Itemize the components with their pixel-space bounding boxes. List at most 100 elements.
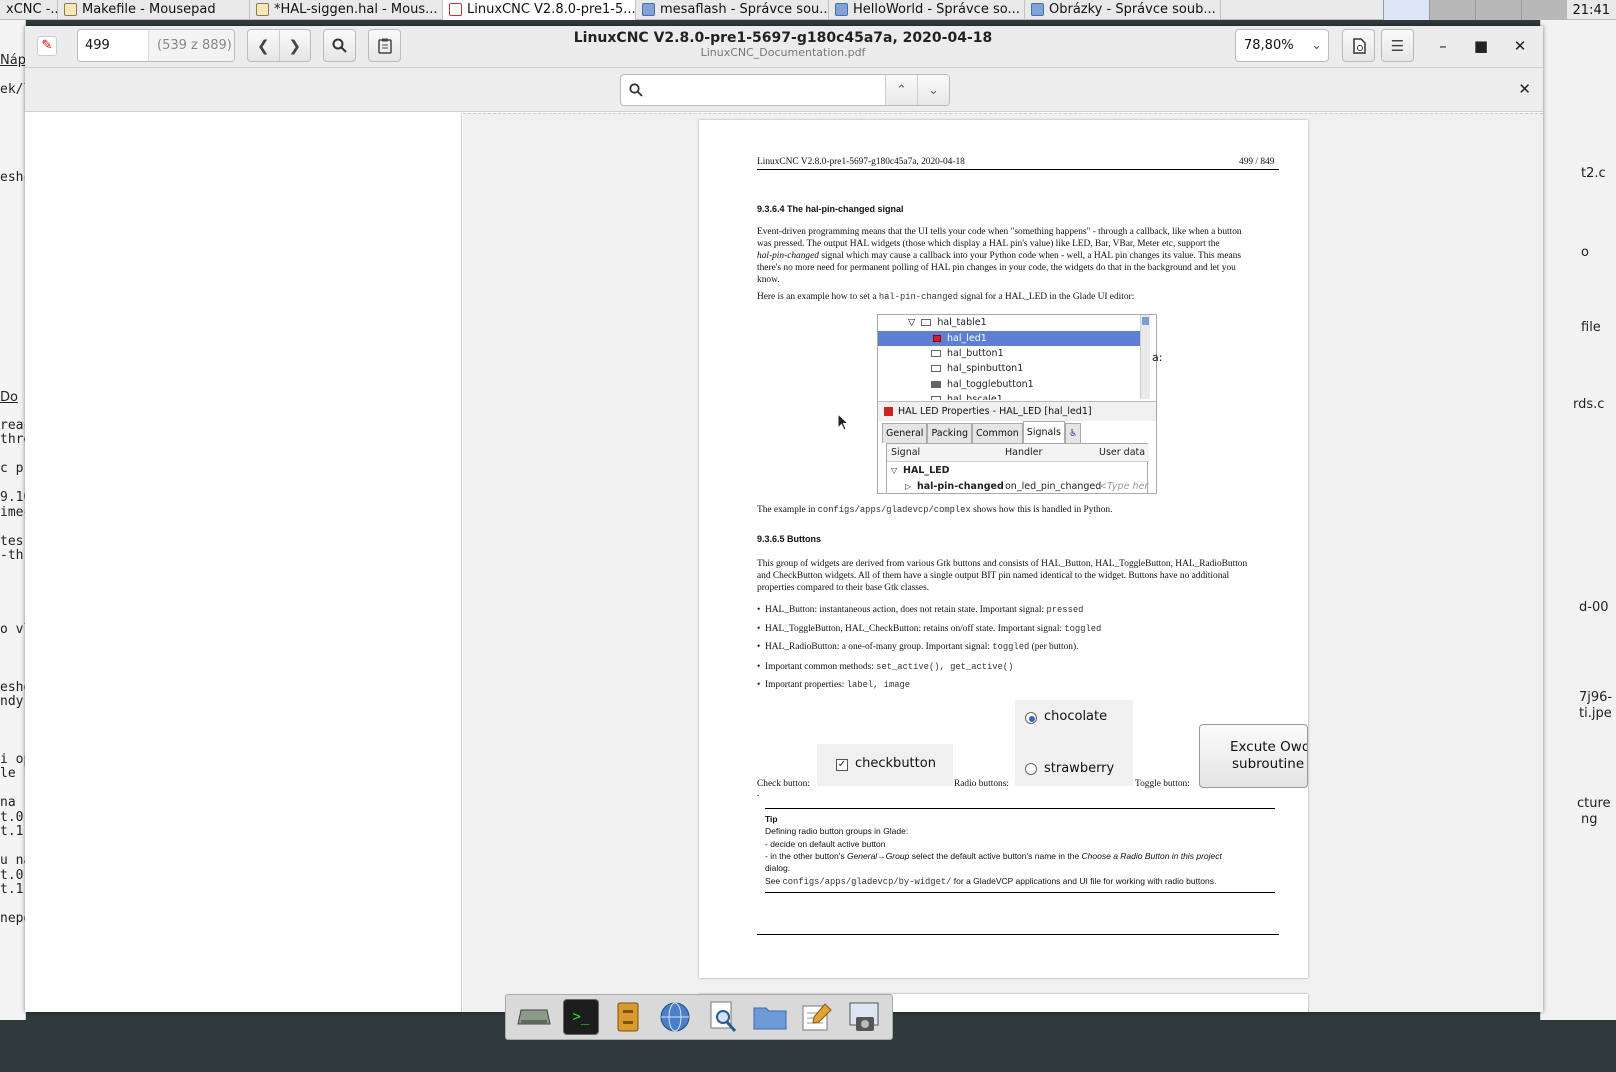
page-header-number: 499 / 849 xyxy=(1239,157,1275,167)
bg-text: imec xyxy=(0,505,25,520)
workspace-4[interactable] xyxy=(1520,0,1567,20)
code-text: pressed xyxy=(1046,605,1084,615)
page-header-title: LinuxCNC V2.8.0-pre1-5697-g180c45a7a, 20… xyxy=(757,157,965,167)
taskbar-task-mesaflash[interactable]: mesaflash - Správce sou... xyxy=(636,0,829,20)
page-number-input[interactable] xyxy=(78,30,148,61)
check-button-label: Check button: xyxy=(757,779,810,789)
mousepad-icon xyxy=(64,3,77,16)
search-button[interactable] xyxy=(323,29,356,62)
close-button[interactable]: ✕ xyxy=(1508,34,1532,58)
paragraph-line: Here is an example how to set a hal-pin-… xyxy=(757,291,1134,303)
bg-text: t.1. xyxy=(0,882,25,897)
footer-rule xyxy=(757,934,1279,935)
bg-text: file xyxy=(1581,320,1601,335)
text-editor-icon[interactable] xyxy=(799,999,835,1035)
overflow-text: a: xyxy=(1152,351,1163,364)
tree-label: hal_table1 xyxy=(937,317,987,328)
workspace-3[interactable] xyxy=(1474,0,1521,20)
tree-row: hal_togglebutton1 xyxy=(878,377,1140,392)
bullet-text: HAL_ToggleButton, HAL_CheckButton: retai… xyxy=(764,624,1065,634)
code-text: set_active(), get_active() xyxy=(876,662,1014,672)
search-app-icon[interactable] xyxy=(705,999,741,1035)
bullet-text: Important common methods: xyxy=(764,662,877,672)
taskbar-task-makefile[interactable]: Makefile - Mousepad xyxy=(58,0,250,20)
glade-screenshot: ▽ hal_table1 hal_led1 hal_button1 hal_spi… xyxy=(877,314,1157,494)
taskbar-task-obrazky[interactable]: Obrázky - Správce soub... xyxy=(1025,0,1221,20)
search-icon xyxy=(621,75,651,105)
text: select the default active button's name … xyxy=(909,851,1082,861)
code-text: hal-pin-changed xyxy=(878,292,959,302)
bg-text: 7j96- xyxy=(1579,690,1613,705)
table-icon xyxy=(921,319,932,326)
window-subtitle: LinuxCNC_Documentation.pdf xyxy=(700,46,866,59)
bg-text: reac xyxy=(0,418,25,433)
bg-text: Do xyxy=(0,390,18,405)
document-viewer[interactable]: LinuxCNC V2.8.0-pre1-5697-g180c45a7a, 20… xyxy=(463,113,1543,1012)
bg-text: esho xyxy=(0,680,25,695)
text: Here is an example how to set a xyxy=(757,292,879,302)
pdf-page: LinuxCNC V2.8.0-pre1-5697-g180c45a7a, 20… xyxy=(699,120,1308,978)
find-close-button[interactable]: ✕ xyxy=(1518,80,1531,98)
next-page-button[interactable]: ❯ xyxy=(278,30,311,61)
code-text: configs/apps/gladevcp/by-widget/ xyxy=(782,877,952,887)
bg-text: 9.10 xyxy=(0,490,25,505)
bullet-item: • HAL_RadioButton: a one-of-many group. … xyxy=(757,642,1079,652)
find-previous-button[interactable]: ⌃ xyxy=(885,75,917,105)
bg-text: na xyxy=(0,795,16,810)
annotations-button[interactable] xyxy=(368,29,401,62)
browser-icon[interactable] xyxy=(657,999,693,1035)
tip-top-rule xyxy=(765,808,1275,809)
title-bar: ✎ (539 z 889) ❮ ❯ LinuxCNC V2.8.0-pre1-5… xyxy=(25,26,1543,68)
page-total-label: (539 z 889) xyxy=(148,30,234,61)
toggle-label-line2: subroutine xyxy=(1232,756,1305,772)
mousepad-icon xyxy=(256,3,269,16)
maximize-button[interactable]: ■ xyxy=(1469,34,1493,58)
clipboard-icon xyxy=(377,38,392,54)
column-user-data: User data xyxy=(1099,447,1146,458)
menu-button[interactable]: ☰ xyxy=(1381,29,1414,62)
workspace-1[interactable] xyxy=(1382,0,1429,20)
application-dock: >_ xyxy=(505,994,893,1040)
find-bar: ⌃ ⌄ ✕ xyxy=(25,68,1543,112)
file-cabinet-icon[interactable] xyxy=(610,999,646,1035)
bg-text: thre xyxy=(0,432,25,447)
taskbar-task-helloworld[interactable]: HelloWorld - Správce so... xyxy=(829,0,1025,20)
paragraph-line: The example in configs/apps/gladevcp/com… xyxy=(757,504,1112,516)
toggle-button-label: Toggle button: xyxy=(1135,779,1190,789)
document-properties-button[interactable] xyxy=(1342,29,1375,62)
zoom-select[interactable]: 78,80% ⌄ xyxy=(1235,29,1329,62)
bg-text: rds.c xyxy=(1573,397,1605,412)
bg-text: Náp xyxy=(0,53,26,68)
radio-unselected-icon xyxy=(1025,763,1037,775)
drive-icon[interactable] xyxy=(516,999,552,1035)
screenshot-icon[interactable] xyxy=(846,999,882,1035)
find-next-button[interactable]: ⌄ xyxy=(917,75,949,105)
taskbar-task-linuxcnc-pdf[interactable]: LinuxCNC V2.8.0-pre1-5... xyxy=(443,0,636,20)
previous-page-button[interactable]: ❮ xyxy=(248,30,279,61)
properties-title: HAL LED Properties - HAL_LED [hal_led1] xyxy=(878,401,1156,421)
italic-text: General→Group xyxy=(846,851,910,861)
page-selector: (539 z 889) xyxy=(77,29,235,62)
background-window-right: t2.c o file rds.c d-00 7j96- ti.jpe ctur… xyxy=(1540,20,1616,1020)
tab-general: General xyxy=(882,423,928,443)
terminal-icon[interactable]: >_ xyxy=(562,999,599,1035)
tip-title: Tip xyxy=(765,814,778,824)
paragraph-line: Event-driven programming means that the … xyxy=(757,227,1242,237)
system-tray: 21:41 xyxy=(1382,0,1616,20)
search-icon xyxy=(332,38,347,53)
checkbutton-label: checkbutton xyxy=(855,756,936,771)
bullet-item: • HAL_Button: instantaneous action, does… xyxy=(757,605,1084,615)
bg-text: t2.c xyxy=(1581,166,1606,181)
taskbar-task-linuxcnc[interactable]: xCNC -... xyxy=(0,0,58,20)
minimize-button[interactable]: – xyxy=(1431,34,1455,58)
bg-text: d-00 xyxy=(1579,600,1609,615)
properties-tabs: General Packing Common Signals ♿ xyxy=(882,421,1082,443)
close-icon: ✕ xyxy=(1513,37,1527,55)
tree-row: hal_hscale1 xyxy=(878,392,1140,400)
workspace-2[interactable] xyxy=(1428,0,1475,20)
find-input[interactable] xyxy=(651,75,885,105)
taskbar-task-hal-siggen[interactable]: *HAL-siggen.hal - Mous... xyxy=(250,0,443,20)
led-icon xyxy=(933,335,941,342)
folder-icon[interactable] xyxy=(752,999,788,1035)
signal-name: hal-pin-changed xyxy=(917,481,1004,492)
